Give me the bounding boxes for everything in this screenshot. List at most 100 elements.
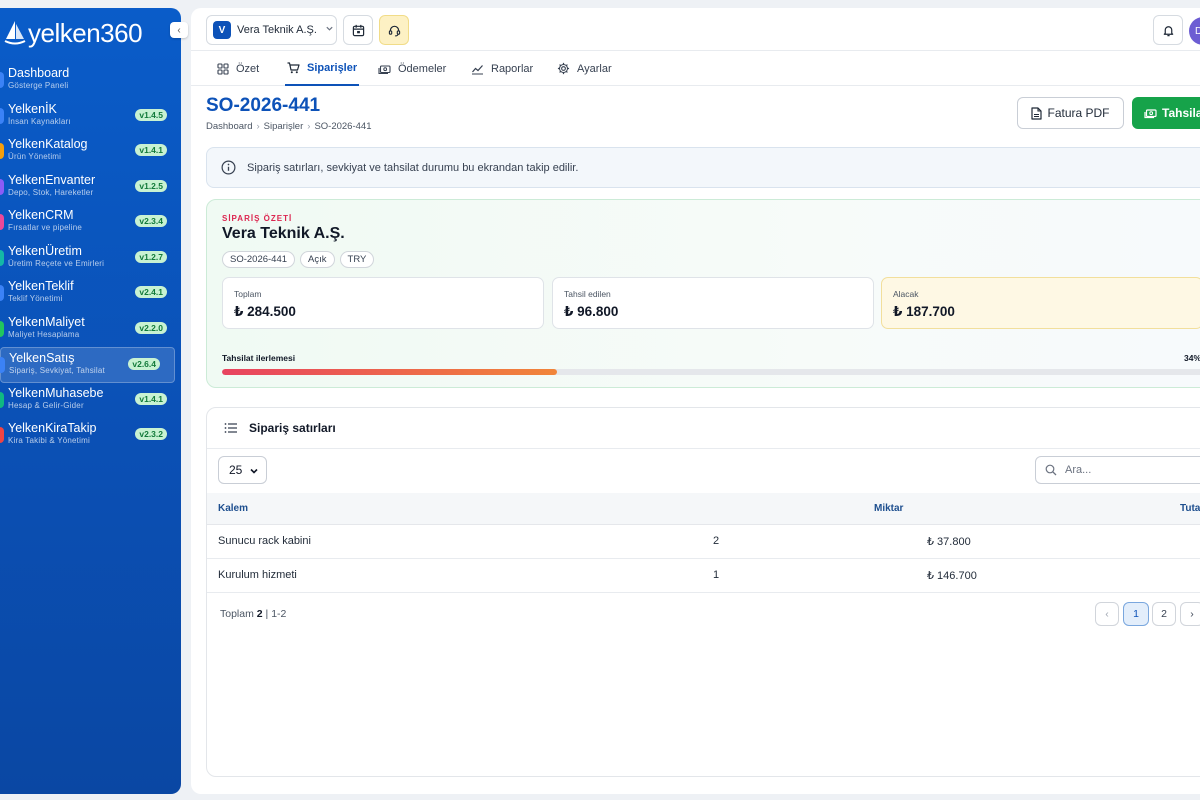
pagination-page-2[interactable]: 2 — [1152, 602, 1176, 626]
button-label: Fatura PDF — [1047, 106, 1110, 120]
button-label: Tahsilat — [1162, 106, 1200, 120]
stat-label: Toplam — [234, 289, 262, 299]
version-badge: v2.3.4 — [135, 215, 167, 227]
progress-fill — [222, 369, 557, 375]
sidebar-item-7[interactable]: YelkenMaliyet Maliyet Hesaplama v2.2.0 — [0, 312, 181, 348]
sidebar-item-4[interactable]: YelkenCRM Fırsatlar ve pipeline v2.3.4 — [0, 205, 181, 241]
progress-percent: 34% — [1184, 353, 1200, 363]
table-footer-count: Toplam 2 | 1-2 — [220, 608, 286, 620]
breadcrumb-dashboard[interactable]: Dashboard — [206, 121, 252, 132]
order-lines-title: Sipariş satırları — [249, 421, 336, 435]
chevron-down-icon — [325, 24, 334, 36]
collect-payment-button[interactable]: Tahsilat — [1132, 97, 1200, 129]
table-header: Kalem Miktar Tutar — [207, 493, 1200, 525]
footer-range: | 1-2 — [265, 608, 287, 620]
sidebar-item-label: Dashboard — [8, 66, 70, 80]
stat-label: Tahsil edilen — [564, 289, 611, 299]
module-color-dot — [0, 285, 4, 301]
version-badge: v1.4.1 — [135, 392, 167, 405]
page-title: SO-2026-441 — [206, 95, 321, 116]
gear-icon — [557, 62, 570, 75]
logo-text: yelken360 — [28, 17, 143, 48]
module-color-dot — [0, 427, 4, 443]
sidebar-item-8[interactable]: YelkenSatış Sipariş, Sevkiyat, Tahsilat v2… — [0, 347, 175, 383]
page-size-select[interactable]: 25 — [218, 456, 267, 484]
module-color-dot — [0, 320, 4, 337]
stat-value: ₺ 187.700 — [893, 304, 955, 319]
order-summary-card: SİPARİŞ ÖZETİ Vera Teknik A.Ş. SO-2026-4… — [206, 199, 1200, 388]
breadcrumb-current: SO-2026-441 — [314, 121, 372, 132]
tab-odemeler[interactable]: Ödemeler — [378, 51, 446, 86]
pagination-page-1[interactable]: 1 — [1123, 602, 1149, 626]
module-color-dot — [0, 214, 4, 230]
version-badge: v1.4.5 — [135, 108, 167, 121]
cash-icon — [378, 64, 391, 74]
sidebar-collapse-button[interactable]: ‹ — [170, 22, 188, 38]
chip-order-no: SO-2026-441 — [222, 251, 296, 268]
sidebar-item-10[interactable]: YelkenKiraTakip Kira Takibi & Yönetimi v2.… — [0, 418, 181, 454]
stat-label: Alacak — [893, 289, 919, 299]
chip-currency: TRY — [339, 251, 375, 268]
stat-value: ₺ 96.800 — [564, 304, 619, 319]
sidebar-item-5[interactable]: YelkenÜretim Üretim Reçete ve Emirleri v1.… — [0, 241, 181, 277]
invoice-pdf-button[interactable]: Fatura PDF — [1017, 97, 1124, 129]
sidebar-item-3[interactable]: YelkenEnvanter Depo, Stok, Hareketler v1.2… — [0, 170, 181, 206]
version-badge: v2.6.4 — [128, 358, 160, 370]
sidebar-item-0[interactable]: Dashboard Gösterge Paneli — [0, 63, 181, 99]
footer-total: 2 — [256, 608, 263, 620]
tab-ayarlar[interactable]: Ayarlar — [557, 51, 612, 86]
tab-ozet[interactable]: Özet — [217, 51, 259, 86]
column-header-item[interactable]: Kalem — [218, 503, 248, 514]
column-header-quantity[interactable]: Miktar — [874, 503, 903, 514]
topbar: V Vera Teknik A.Ş. D — [191, 8, 1200, 51]
company-name: Vera Teknik A.Ş. — [237, 24, 317, 36]
tab-label: Ödemeler — [398, 62, 447, 75]
sidebar-item-2[interactable]: YelkenKatalog Ürün Yönetimi v1.4.1 — [0, 134, 181, 170]
calendar-button[interactable] — [343, 15, 373, 45]
column-header-total[interactable]: Tutar — [1180, 503, 1200, 514]
module-color-dot — [0, 143, 4, 159]
notifications-button[interactable] — [1153, 15, 1183, 45]
company-badge: V — [213, 21, 231, 39]
version-badge: v2.2.0 — [135, 321, 167, 334]
company-select[interactable]: V Vera Teknik A.Ş. — [206, 15, 337, 45]
sidebar-item-9[interactable]: YelkenMuhasebe Hesap & Gelir-Gider v1.4.1 — [0, 383, 181, 419]
breadcrumb-siparisler[interactable]: Siparişler — [264, 121, 304, 132]
order-lines-header: Sipariş satırları — [207, 408, 1200, 449]
table-row[interactable]: Kurulum hizmeti 1 ₺ 146.700 — [207, 559, 1200, 593]
search-field[interactable] — [1035, 456, 1200, 484]
search-input[interactable] — [1065, 464, 1185, 476]
support-button[interactable] — [379, 15, 409, 45]
stat-collected: Tahsil edilen ₺ 96.800 — [552, 277, 874, 329]
module-color-dot — [0, 249, 4, 266]
sidebar-item-1[interactable]: Yelkenİ̇K İnsan Kaynakları v1.4.5 — [0, 99, 181, 135]
summary-kicker: SİPARİŞ ÖZETİ — [222, 214, 293, 223]
cell-price: ₺ 146.700 — [927, 570, 977, 582]
table-row[interactable]: Sunucu rack kabini 2 ₺ 37.800 — [207, 525, 1200, 559]
search-icon — [1045, 464, 1057, 476]
tab-siparisler[interactable]: Siparişler — [285, 51, 360, 86]
app-logo[interactable]: yelken360 — [4, 16, 143, 50]
sailboat-icon — [4, 21, 26, 45]
version-badge: v1.2.5 — [135, 179, 167, 192]
tab-label: Siparişler — [307, 61, 358, 74]
cell-price: ₺ 37.800 — [927, 536, 971, 548]
tab-raporlar[interactable]: Raporlar — [471, 51, 533, 86]
user-avatar[interactable]: D — [1189, 17, 1200, 45]
sidebar-nav: Dashboard Gösterge Paneli Yelkenİ̇K İnsan K… — [0, 63, 181, 454]
stat-receivable: Alacak ₺ 187.700 — [881, 277, 1200, 329]
page-size-value: 25 — [229, 463, 243, 477]
pagination-next-button[interactable]: › — [1180, 602, 1200, 626]
footer-prefix: Toplam — [220, 608, 254, 620]
sidebar-item-6[interactable]: YelkenTeklif Teklif Yönetimi v2.4.1 — [0, 276, 181, 312]
chip-status: Açık — [300, 251, 335, 268]
module-tabs: Özet Siparişler Ödemeler Raporlar Ayarla… — [191, 51, 1200, 86]
pagination-prev-button[interactable]: ‹ — [1095, 602, 1119, 626]
version-badge: v2.4.1 — [135, 286, 167, 298]
cart-icon — [287, 61, 300, 73]
module-color-dot — [0, 391, 4, 408]
collection-progress-bar — [222, 369, 1200, 375]
grid-icon — [217, 62, 229, 75]
cell-quantity: 2 — [713, 535, 720, 547]
file-pdf-icon — [1031, 106, 1043, 120]
